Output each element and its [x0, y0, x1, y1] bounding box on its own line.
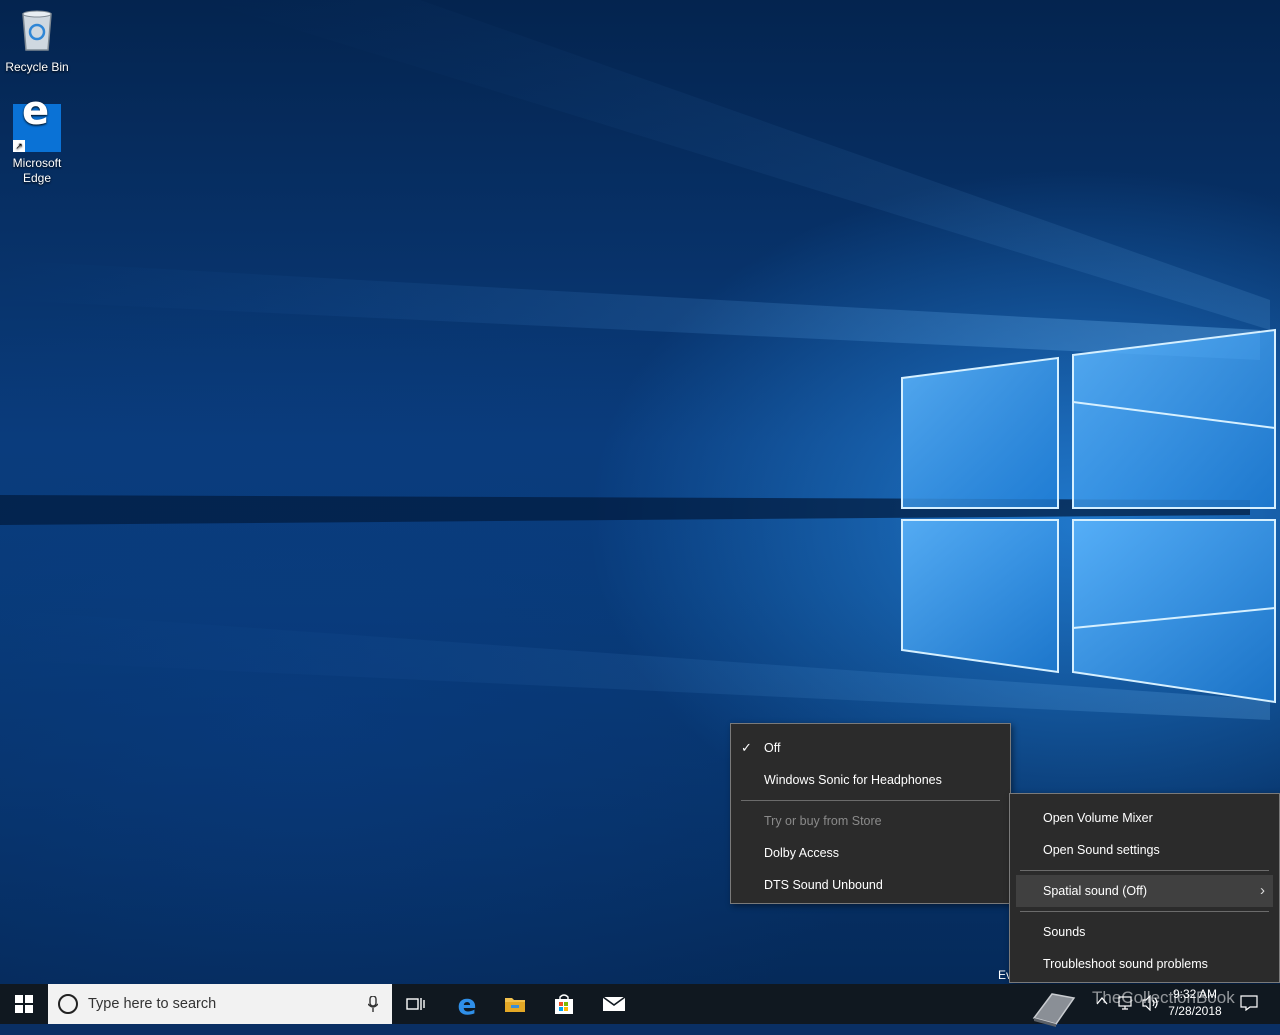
taskbar: Type here to search e 9:32 AM 7/28/2018: [0, 984, 1280, 1027]
watermark-text: TheCollectionBook: [1092, 988, 1235, 1007]
task-view-button[interactable]: [392, 984, 440, 1024]
edge-label: Microsoft Edge: [12, 156, 62, 185]
menu-item-dolby-access[interactable]: Dolby Access: [731, 837, 1010, 869]
checkmark-icon: ✓: [741, 740, 752, 755]
menu-item-sounds[interactable]: Sounds: [1010, 916, 1279, 948]
edge-icon: e ↗: [13, 91, 61, 152]
menu-item-try-or-buy: Try or buy from Store: [731, 805, 1010, 837]
menu-item-off[interactable]: ✓ Off: [731, 732, 1010, 764]
cortana-icon: [58, 994, 78, 1014]
windows-start-icon: [15, 995, 33, 1013]
menu-separator: [1020, 911, 1269, 912]
search-placeholder: Type here to search: [88, 996, 217, 1012]
file-explorer-icon: [505, 998, 525, 1012]
chevron-right-icon: ›: [1260, 882, 1265, 899]
recycle-bin-label: Recycle Bin: [5, 60, 69, 74]
menu-item-label: Open Volume Mixer: [1043, 811, 1153, 825]
menu-separator: [741, 800, 1000, 801]
taskbar-file-explorer-button[interactable]: [491, 984, 539, 1024]
menu-item-dts-sound-unbound[interactable]: DTS Sound Unbound: [731, 869, 1010, 901]
menu-item-spatial-sound[interactable]: Spatial sound (Off) ›: [1016, 875, 1273, 907]
start-button[interactable]: [0, 984, 48, 1024]
menu-item-label: Sounds: [1043, 925, 1086, 939]
taskbar-mail-button[interactable]: [590, 984, 638, 1024]
menu-item-label: Dolby Access: [764, 846, 840, 860]
sound-context-menu: Open Volume Mixer Open Sound settings Sp…: [1009, 793, 1280, 983]
desktop-icon-recycle-bin[interactable]: Recycle Bin: [0, 8, 74, 75]
menu-item-label: Spatial sound (Off): [1043, 884, 1147, 898]
book-watermark-icon: [1030, 988, 1076, 1028]
desktop-icon-microsoft-edge[interactable]: e ↗ Microsoft Edge: [0, 91, 74, 186]
taskbar-search-box[interactable]: Type here to search: [48, 984, 392, 1024]
mail-icon: [602, 996, 626, 1011]
store-icon: [555, 994, 573, 1014]
taskbar-store-button[interactable]: [540, 984, 588, 1024]
microphone-icon[interactable]: [368, 996, 378, 1012]
menu-item-label: Windows Sonic for Headphones: [764, 773, 942, 787]
menu-item-label: Try or buy from Store: [764, 814, 882, 828]
menu-separator: [1020, 870, 1269, 871]
taskbar-edge-button[interactable]: e: [443, 984, 491, 1024]
spatial-sound-submenu: ✓ Off Windows Sonic for Headphones Try o…: [730, 723, 1011, 904]
menu-item-label: Off: [764, 741, 781, 755]
task-view-icon: [406, 998, 425, 1010]
menu-item-open-sound-settings[interactable]: Open Sound settings: [1010, 834, 1279, 866]
action-center-icon[interactable]: [1240, 995, 1258, 1035]
menu-item-troubleshoot-sound[interactable]: Troubleshoot sound problems: [1010, 948, 1279, 980]
menu-item-label: Troubleshoot sound problems: [1043, 957, 1208, 971]
menu-item-windows-sonic[interactable]: Windows Sonic for Headphones: [731, 764, 1010, 796]
menu-item-label: DTS Sound Unbound: [764, 878, 883, 892]
menu-item-open-volume-mixer[interactable]: Open Volume Mixer: [1010, 802, 1279, 834]
edge-icon: e: [457, 987, 477, 1021]
recycle-bin-icon: [22, 10, 52, 51]
menu-item-label: Open Sound settings: [1043, 843, 1160, 857]
